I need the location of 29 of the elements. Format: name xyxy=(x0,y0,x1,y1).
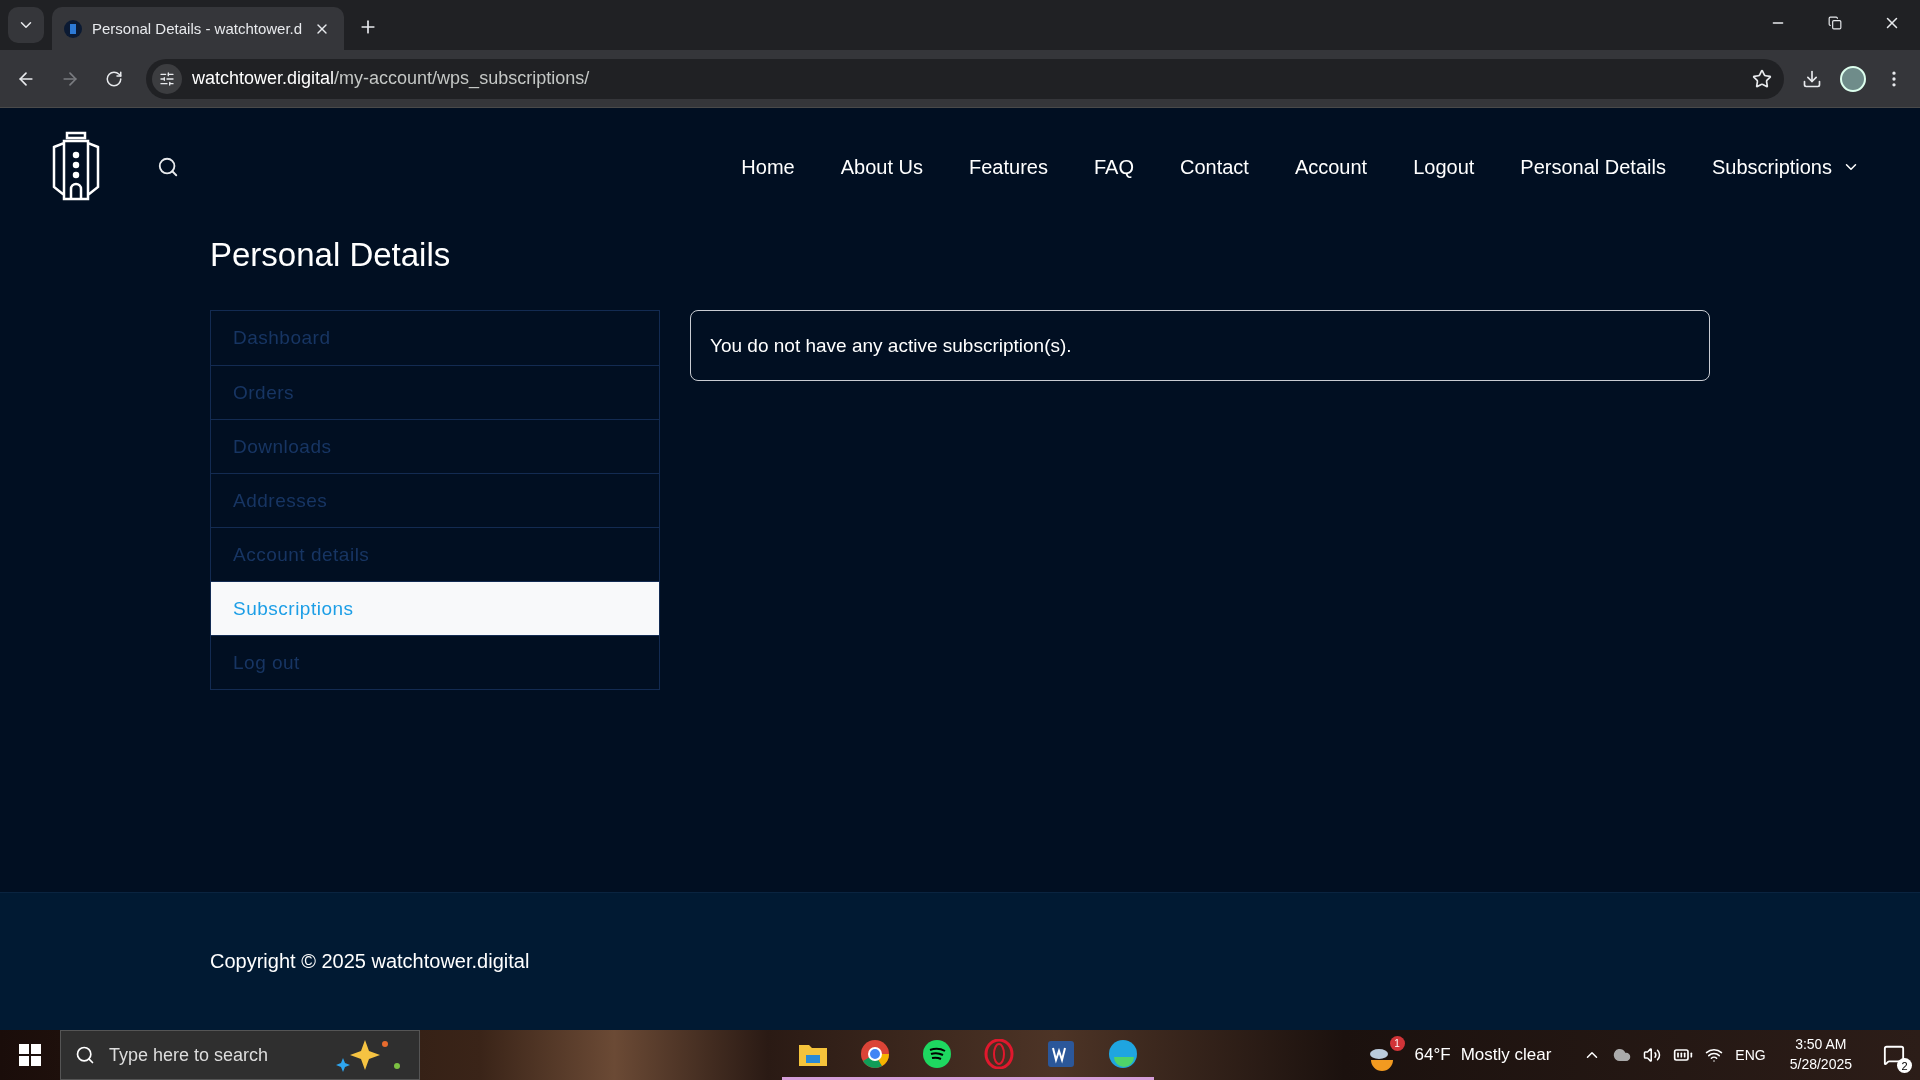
page-title: Personal Details xyxy=(210,236,452,274)
nav-link[interactable]: Logout xyxy=(1413,155,1475,179)
nav-link[interactable]: Contact xyxy=(1179,155,1249,179)
site-settings-icon[interactable] xyxy=(152,63,182,94)
tab-list-button[interactable] xyxy=(8,7,44,43)
browser-tab[interactable]: Personal Details - watchtower.d xyxy=(52,7,344,50)
search-icon xyxy=(75,1045,95,1065)
nav-link[interactable]: Features xyxy=(969,155,1048,179)
nav-link[interactable]: Home xyxy=(741,155,795,179)
nav-link[interactable]: Personal Details xyxy=(1520,155,1666,179)
nav-link[interactable]: FAQ xyxy=(1093,155,1134,179)
nav-link[interactable]: About Us xyxy=(840,155,923,179)
notice-message: You do not have any active subscription(s). xyxy=(690,310,1710,381)
weather-badge: 1 xyxy=(1389,1036,1405,1051)
clock[interactable]: 3:50 AM 5/28/2025 xyxy=(1789,1035,1852,1075)
tower-shield-logo[interactable] xyxy=(50,131,102,203)
volume-icon[interactable] xyxy=(1643,1046,1662,1064)
nav-link[interactable]: Subscriptions xyxy=(1711,155,1860,179)
address-bar[interactable]: watchtower.digital/my-account/wps_subscriptions/ xyxy=(146,58,1784,99)
wifi-icon[interactable] xyxy=(1705,1046,1724,1064)
nav-link[interactable]: Account xyxy=(1294,155,1368,179)
profile-avatar[interactable] xyxy=(1840,65,1866,92)
cloud-icon[interactable] xyxy=(1613,1046,1632,1064)
site-favicon-icon xyxy=(64,19,82,38)
weather-condition-text: Mostly clear xyxy=(1460,1045,1552,1065)
language-indicator[interactable]: ENG xyxy=(1735,1047,1766,1063)
taskbar-search-field[interactable]: Type here to search xyxy=(60,1030,420,1080)
temperature-text: 64°F xyxy=(1414,1045,1451,1065)
copyright-text: Copyright © 2025 watchtower.digital xyxy=(210,950,530,973)
